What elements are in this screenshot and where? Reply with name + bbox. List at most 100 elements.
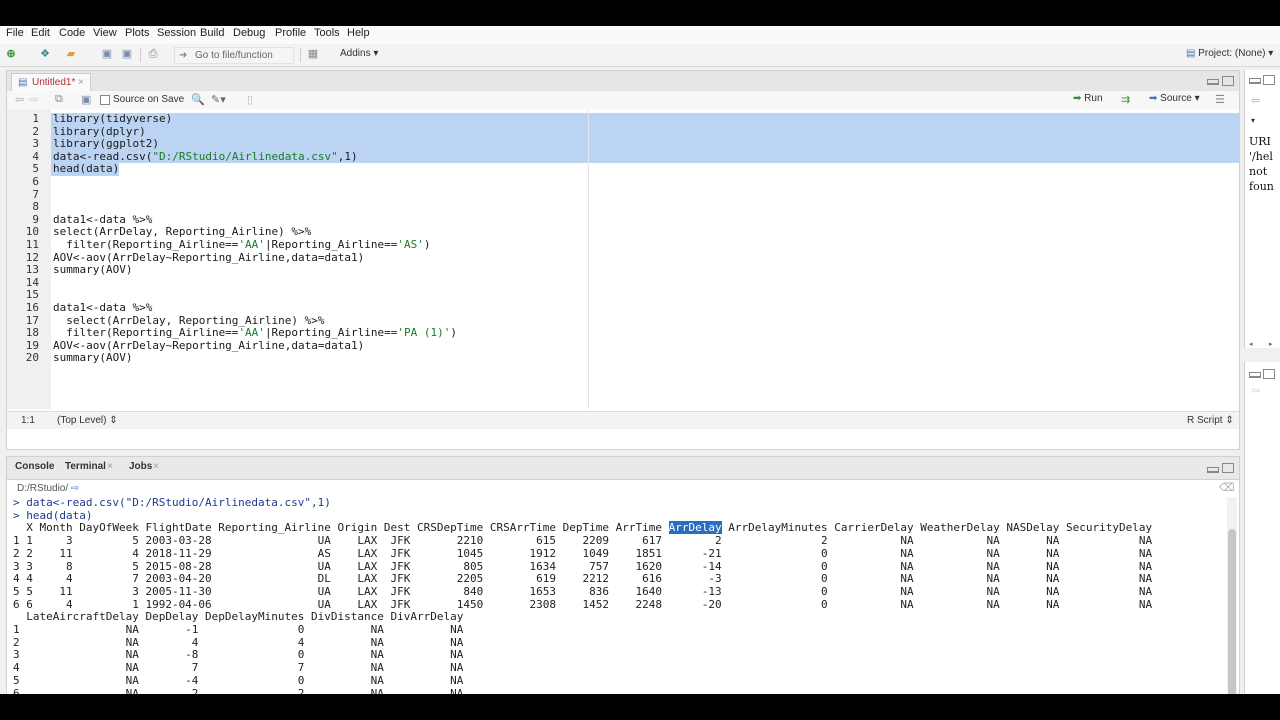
save-icon[interactable]: ▣ (100, 48, 114, 61)
source-button[interactable]: ➡ Source ▾ (1149, 93, 1200, 104)
search-icon[interactable]: 🔍 (191, 93, 205, 106)
r-file-icon: ▤ (18, 77, 28, 88)
minimize-pane-button[interactable] (1207, 79, 1219, 85)
line-number: 20 (25, 351, 39, 365)
cursor-position: 1:1 (21, 415, 35, 426)
code-line[interactable]: 5 head(data) (7, 163, 1239, 176)
tab-console[interactable]: Console (15, 461, 54, 472)
minimize-pane-button[interactable] (1249, 78, 1261, 84)
menu-build[interactable]: Build (200, 27, 224, 39)
code-editor[interactable]: 1 library(tidyverse) 2 library(dplyr) 3 libra… (7, 109, 1239, 409)
menu-file[interactable]: File (6, 27, 24, 39)
code-line[interactable]: 20 summary(AOV) (7, 352, 1239, 365)
code-line[interactable]: 19 AOV<-aov(ArrDelay~Reporting_Airline,da… (7, 339, 1239, 353)
source-on-save-checkbox[interactable] (100, 95, 110, 105)
code-text: head(data) (53, 162, 120, 176)
close-icon[interactable]: × (107, 461, 113, 472)
line-number: 1 (32, 112, 39, 125)
menu-view[interactable]: View (93, 27, 117, 39)
code-text: data1<-data %>% (53, 301, 153, 314)
menu-session[interactable]: Session (157, 27, 196, 39)
code-line[interactable]: 8 (7, 201, 1239, 214)
minimize-pane-button[interactable] (1249, 372, 1261, 378)
go-to-directory-icon[interactable]: ⇨ (71, 483, 79, 494)
code-line[interactable]: 6 (7, 175, 1239, 189)
code-line[interactable]: 15 (7, 289, 1239, 302)
code-line[interactable]: 12 AOV<-aov(ArrDelay~Reporting_Airline,da… (7, 251, 1239, 265)
save-icon[interactable]: ▣ (81, 93, 91, 106)
console-scrollbar[interactable] (1227, 497, 1237, 694)
menu-tools[interactable]: Tools (314, 27, 340, 39)
editor-tab-bar: ▤ Untitled1* × (7, 71, 1239, 92)
grid-layout-icon[interactable]: ▦ (306, 48, 320, 61)
menu-profile[interactable]: Profile (275, 27, 306, 39)
code-text: filter(Reporting_Airline=='AA'|Reporting… (53, 326, 457, 340)
clear-console-icon[interactable]: ⌫ (1219, 481, 1235, 494)
minimize-pane-button[interactable] (1207, 467, 1219, 473)
menu-debug[interactable]: Debug (233, 27, 265, 39)
back-arrow-icon[interactable]: ⇦ (15, 93, 24, 106)
close-icon[interactable]: × (153, 461, 159, 472)
rerun-icon[interactable]: ⇉ (1121, 93, 1130, 106)
project-menu[interactable]: ▤ Project: (None) ▾ (1186, 48, 1273, 59)
toolbar-divider (140, 48, 141, 62)
code-line[interactable]: 4 data<-read.csv("D:/RStudio/Airlinedata.… (7, 150, 1239, 164)
compile-report-icon[interactable]: ▯ (247, 93, 253, 106)
maximize-pane-button[interactable] (1222, 76, 1234, 86)
tab-jobs[interactable]: Jobs (129, 461, 152, 472)
code-line[interactable]: 16 data1<-data %>% (7, 301, 1239, 315)
scroll-left-icon[interactable]: ◂ (1249, 340, 1253, 348)
magic-wand-icon[interactable]: ✎▾ (211, 93, 226, 106)
scroll-right-icon[interactable]: ▸ (1269, 340, 1273, 348)
outline-icon[interactable]: ☰ (1215, 93, 1225, 106)
back-arrow-icon[interactable]: ⇦ (1251, 384, 1260, 397)
new-project-icon[interactable]: ❖ (38, 48, 52, 61)
run-arrow-icon: ➡ (1073, 93, 1082, 104)
code-text: library(ggplot2) (53, 137, 159, 151)
tab-terminal[interactable]: Terminal (65, 461, 106, 472)
scope-label: (Top Level) (57, 415, 107, 426)
scope-selector[interactable]: (Top Level) ⇕ (57, 412, 118, 429)
maximize-pane-button[interactable] (1222, 463, 1234, 473)
addins-menu[interactable]: Addins ▾ (340, 48, 378, 59)
save-all-icon[interactable]: ▣ (120, 48, 134, 61)
menu-help[interactable]: Help (347, 27, 370, 39)
console-output-line: 2 2 11 4 2018-11-29 AS LAX JFK 1045 1912… (13, 546, 1153, 560)
menu-code[interactable]: Code (59, 27, 85, 39)
show-in-window-icon[interactable]: ⧉ (55, 93, 63, 106)
tab-untitled1[interactable]: ▤ Untitled1* × (11, 73, 91, 92)
maximize-pane-button[interactable] (1263, 75, 1275, 85)
filetype-label: R Script (1187, 415, 1223, 426)
selection-highlight (51, 125, 1239, 139)
code-line[interactable]: 13 summary(AOV) (7, 264, 1239, 277)
line-number: 3 (32, 137, 39, 151)
code-line[interactable]: 14 (7, 276, 1239, 290)
run-button[interactable]: ➡ Run (1073, 93, 1103, 104)
topic-dropdown[interactable]: ▾ (1251, 116, 1255, 125)
help-pane: ⇦ ▾ URI '/hel not foun ◂ ▸ (1244, 70, 1280, 348)
print-icon[interactable]: ⎙ (146, 48, 160, 61)
code-line[interactable]: 1 library(tidyverse) (7, 112, 1239, 126)
code-line[interactable]: 2 library(dplyr) (7, 125, 1239, 139)
maximize-pane-button[interactable] (1263, 369, 1275, 379)
console-scrollbar-thumb[interactable] (1228, 529, 1236, 694)
code-line[interactable]: 18 filter(Reporting_Airline=='AA'|Report… (7, 326, 1239, 340)
code-line[interactable]: 7 (7, 188, 1239, 202)
close-icon[interactable]: × (78, 74, 84, 91)
code-line[interactable]: 11 filter(Reporting_Airline=='AA'|Report… (7, 238, 1239, 252)
open-file-icon[interactable]: ▰ (64, 48, 78, 61)
console-output-line: 5 NA -4 0 NA NA (13, 673, 464, 687)
rstudio-window: File Edit Code View Plots Session Build … (0, 26, 1280, 694)
goto-file-input[interactable]: ➜ Go to file/function (174, 47, 294, 64)
forward-arrow-icon[interactable]: ⇨ (29, 93, 38, 106)
new-file-icon[interactable]: ⊕ (4, 48, 18, 61)
selected-text: ArrDelay (668, 521, 722, 535)
back-arrow-icon[interactable]: ⇦ (1251, 94, 1260, 107)
menu-plots[interactable]: Plots (125, 27, 149, 39)
editor-toolbar: ⇦ ⇨ ⧉ ▣ Source on Save 🔍 ✎▾ ▯ ➡ Run ⇉ ➡ … (7, 91, 1239, 110)
console-pane: Console Terminal × Jobs × D:/RStudio/ ⇨ … (6, 456, 1240, 694)
code-text: summary(AOV) (53, 263, 133, 277)
console-output[interactable]: > data<-read.csv("D:/RStudio/Airlinedata… (7, 495, 1227, 694)
menu-edit[interactable]: Edit (31, 27, 50, 39)
filetype-selector[interactable]: R Script ⇕ (1187, 412, 1234, 429)
